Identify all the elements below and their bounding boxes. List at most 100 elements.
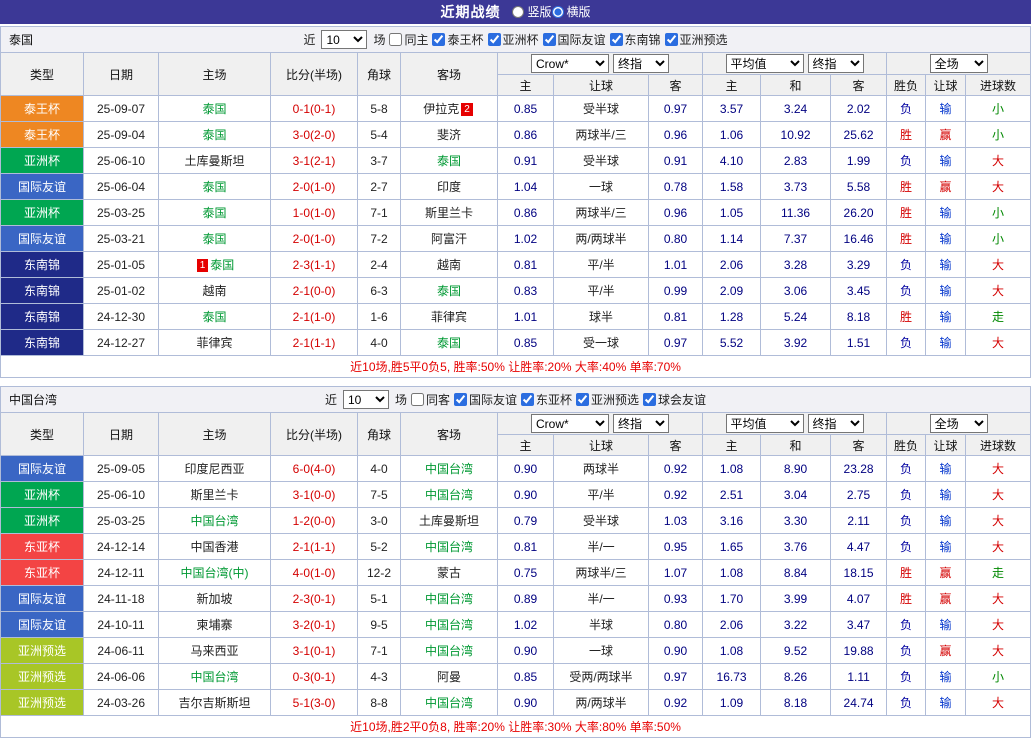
competition-filter[interactable]: 东南锦 xyxy=(609,31,661,48)
handicap-line: 半球 xyxy=(553,611,649,638)
result-goals: 大 xyxy=(965,533,1031,560)
result-handicap: 输 xyxy=(925,611,967,638)
corner-score: 7-1 xyxy=(357,637,401,664)
competition-badge: 亚洲杯 xyxy=(0,199,84,226)
avg-home-odds: 1.14 xyxy=(702,225,762,252)
sub-column-header: 客 xyxy=(647,434,704,456)
away-team: 斐济 xyxy=(400,121,498,148)
same-venue-filter[interactable]: 同客 xyxy=(410,391,450,408)
layout-radio-vertical[interactable]: 竖版 xyxy=(512,3,552,20)
competition-filter[interactable]: 泰王杯 xyxy=(432,31,484,48)
same-venue-label: 同主 xyxy=(404,33,429,47)
competition-filter[interactable]: 球会友谊 xyxy=(643,391,706,408)
home-team: 马来西亚 xyxy=(158,637,271,664)
home-team: 泰国 xyxy=(158,225,271,252)
avg-time-select[interactable]: 终指 xyxy=(807,54,864,73)
away-odds: 0.80 xyxy=(647,611,704,638)
competition-badge: 东南锦 xyxy=(0,251,84,278)
away-team: 蒙古 xyxy=(400,559,498,586)
avg-away-odds: 8.18 xyxy=(830,303,888,330)
competition-checkbox[interactable] xyxy=(453,393,467,406)
avg-source-select[interactable]: 平均值 xyxy=(725,414,804,433)
result-handicap: 输 xyxy=(925,251,967,278)
competition-checkbox[interactable] xyxy=(487,33,501,46)
match-row: 东南锦 25-01-02 越南 2-1(0-0) 6-3 泰国 0.83 平/半… xyxy=(0,277,1031,304)
competition-badge: 亚洲预选 xyxy=(0,663,84,690)
sub-column-header: 胜负 xyxy=(886,434,927,456)
competition-filter[interactable]: 亚洲预选 xyxy=(664,31,728,48)
match-date: 25-06-10 xyxy=(83,481,159,508)
same-venue-filter[interactable]: 同主 xyxy=(389,31,428,48)
corner-score: 4-3 xyxy=(357,663,401,690)
avg-draw-odds: 3.76 xyxy=(760,533,832,560)
competition-checkbox[interactable] xyxy=(609,33,623,46)
competition-checkbox[interactable] xyxy=(643,393,657,406)
odds-time-select[interactable]: 终指 xyxy=(613,54,670,73)
result-goals: 大 xyxy=(965,147,1031,174)
match-date: 24-03-26 xyxy=(83,689,159,716)
home-odds: 1.02 xyxy=(497,225,554,252)
layout-radio-horizontal[interactable]: 横版 xyxy=(551,3,591,20)
avg-home-odds: 1.28 xyxy=(702,303,762,330)
avg-home-odds: 16.73 xyxy=(702,663,762,690)
competition-filter[interactable]: 国际友谊 xyxy=(542,31,606,48)
match-row: 亚洲杯 25-06-10 土库曼斯坦 3-1(2-1) 3-7 泰国 0.91 … xyxy=(0,147,1031,174)
avg-home-odds: 1.08 xyxy=(702,559,762,586)
avg-draw-odds: 3.30 xyxy=(760,507,832,534)
layout-radio-input[interactable] xyxy=(551,5,564,18)
avg-home-odds: 1.06 xyxy=(702,121,762,148)
corner-score: 7-2 xyxy=(357,225,401,252)
corner-score: 4-0 xyxy=(357,329,401,356)
same-venue-checkbox[interactable] xyxy=(389,33,403,46)
result-outcome: 负 xyxy=(886,481,927,508)
avg-source-select[interactable]: 平均值 xyxy=(725,54,804,73)
competition-filter[interactable]: 东亚杯 xyxy=(521,391,572,408)
avg-draw-odds: 10.92 xyxy=(760,121,832,148)
sub-column-header: 让球 xyxy=(553,74,649,96)
avg-draw-odds: 3.99 xyxy=(760,585,832,612)
page-title: 近期战绩 xyxy=(440,4,501,20)
corner-score: 1-6 xyxy=(357,303,401,330)
away-team: 中国台湾 xyxy=(400,455,498,482)
column-header: 角球 xyxy=(357,412,401,456)
odds-time-select[interactable]: 终指 xyxy=(613,414,670,433)
avg-time-select[interactable]: 终指 xyxy=(807,414,864,433)
competition-checkbox[interactable] xyxy=(521,393,534,406)
competition-filter[interactable]: 国际友谊 xyxy=(453,391,517,408)
competition-checkbox[interactable] xyxy=(664,33,678,46)
sub-column-header: 胜负 xyxy=(886,74,927,96)
avg-away-odds: 24.74 xyxy=(830,689,888,716)
competition-checkbox[interactable] xyxy=(542,33,556,46)
competition-filter[interactable]: 亚洲预选 xyxy=(576,391,639,408)
games-count-select[interactable]: 10 xyxy=(321,30,368,49)
handicap-line: 两/两球半 xyxy=(553,225,649,252)
column-header: 日期 xyxy=(83,412,159,456)
competition-filter[interactable]: 亚洲杯 xyxy=(487,31,539,48)
competition-checkbox[interactable] xyxy=(432,33,446,46)
result-scope-select[interactable]: 全场 xyxy=(929,414,988,433)
layout-radio-input[interactable] xyxy=(512,5,525,18)
odds-source-select[interactable]: Crow* xyxy=(531,414,610,433)
away-odds: 0.97 xyxy=(647,95,704,122)
result-scope-select[interactable]: 全场 xyxy=(929,54,988,73)
competition-badge: 国际友谊 xyxy=(0,455,84,482)
column-header: 比分(半场) xyxy=(270,52,358,96)
same-venue-checkbox[interactable] xyxy=(410,393,424,406)
match-date: 24-06-06 xyxy=(83,663,159,690)
match-score: 2-0(1-0) xyxy=(270,225,358,252)
odds-source-select[interactable]: Crow* xyxy=(531,54,610,73)
avg-draw-odds: 11.36 xyxy=(760,199,832,226)
competition-checkbox[interactable] xyxy=(576,393,590,406)
match-score: 2-1(1-1) xyxy=(270,533,358,560)
corner-score: 2-7 xyxy=(357,173,401,200)
competition-label: 东亚杯 xyxy=(536,393,573,407)
avg-home-odds: 1.08 xyxy=(702,637,762,664)
result-handicap: 输 xyxy=(925,663,967,690)
corner-score: 7-1 xyxy=(357,199,401,226)
games-count-select[interactable]: 10 xyxy=(342,390,389,409)
match-score: 2-1(1-0) xyxy=(270,303,358,330)
corner-score: 8-8 xyxy=(357,689,401,716)
near-label: 近 xyxy=(324,393,337,407)
match-row: 国际友谊 24-11-18 新加坡 2-3(0-1) 5-1 中国台湾 0.89… xyxy=(0,585,1031,612)
result-outcome: 胜 xyxy=(886,559,927,586)
